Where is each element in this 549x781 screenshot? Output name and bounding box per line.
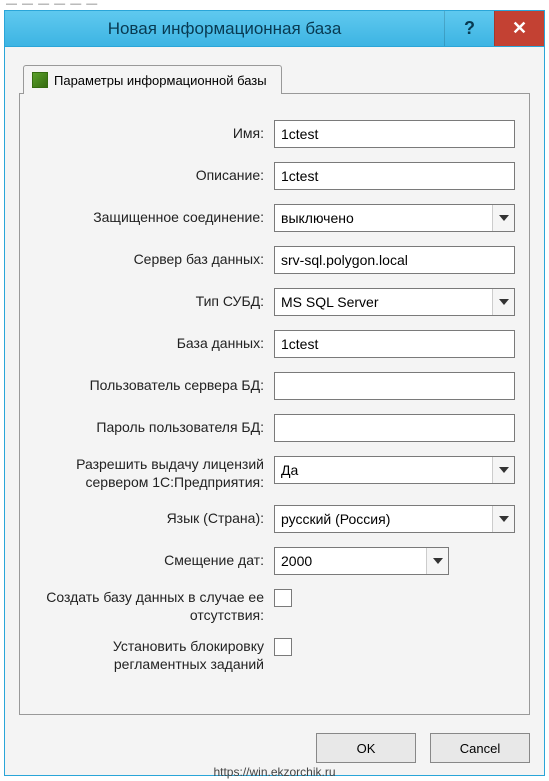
tab-strip: Параметры информационной базы — [23, 65, 530, 93]
ok-button[interactable]: OK — [316, 733, 416, 763]
label-name: Имя: — [34, 125, 274, 143]
select-license[interactable]: Да — [274, 456, 515, 484]
input-name[interactable] — [274, 120, 515, 148]
window-title: Новая информационная база — [5, 19, 444, 39]
select-license-value: Да — [281, 462, 298, 478]
label-db-server: Сервер баз данных: — [34, 251, 274, 269]
parent-window-fragment: — — — — — — — [6, 0, 98, 10]
input-db-server[interactable] — [274, 246, 515, 274]
label-db-type: Тип СУБД: — [34, 293, 274, 311]
chevron-down-icon — [492, 506, 514, 532]
select-secure-value: выключено — [281, 210, 354, 226]
select-language[interactable]: русский (Россия) — [274, 505, 515, 533]
dialog-window: Новая информационная база ? ✕ Параметры … — [4, 10, 545, 776]
help-button[interactable]: ? — [444, 11, 494, 46]
cancel-button[interactable]: Cancel — [430, 733, 530, 763]
tab-label: Параметры информационной базы — [54, 73, 267, 88]
chevron-down-icon — [492, 289, 514, 315]
titlebar: Новая информационная база ? ✕ — [5, 11, 544, 47]
input-db-password[interactable] — [274, 414, 515, 442]
label-license: Разрешить выдачу лицензий сервером 1С:Пр… — [34, 456, 274, 491]
label-database: База данных: — [34, 335, 274, 353]
input-database[interactable] — [274, 330, 515, 358]
close-icon: ✕ — [512, 18, 527, 39]
label-db-user: Пользователь сервера БД: — [34, 377, 274, 395]
label-block-jobs: Установить блокировку регламентных задан… — [34, 638, 274, 673]
close-button[interactable]: ✕ — [494, 11, 544, 46]
chevron-down-icon — [426, 548, 448, 574]
select-secure-connection[interactable]: выключено — [274, 204, 515, 232]
select-language-value: русский (Россия) — [281, 511, 390, 527]
checkbox-block-jobs[interactable] — [274, 638, 292, 656]
label-create-db: Создать базу данных в случае ее отсутств… — [34, 589, 274, 624]
select-date-offset[interactable]: 2000 — [274, 547, 449, 575]
select-db-type-value: MS SQL Server — [281, 294, 379, 310]
tab-params[interactable]: Параметры информационной базы — [23, 65, 282, 94]
input-description[interactable] — [274, 162, 515, 190]
chevron-down-icon — [492, 205, 514, 231]
select-date-offset-value: 2000 — [281, 553, 312, 569]
checkbox-create-db[interactable] — [274, 589, 292, 607]
chevron-down-icon — [492, 457, 514, 483]
label-language: Язык (Страна): — [34, 510, 274, 528]
database-icon — [32, 72, 48, 88]
tab-body: Имя: Описание: Защищенное соединение: вы… — [19, 93, 530, 715]
help-icon: ? — [464, 18, 475, 39]
input-db-user[interactable] — [274, 372, 515, 400]
footer-url: https://win.ekzorchik.ru — [0, 765, 549, 779]
label-db-password: Пароль пользователя БД: — [34, 419, 274, 437]
label-date-offset: Смещение дат: — [34, 552, 274, 570]
label-description: Описание: — [34, 167, 274, 185]
select-db-type[interactable]: MS SQL Server — [274, 288, 515, 316]
label-secure-connection: Защищенное соединение: — [34, 209, 274, 227]
client-area: Параметры информационной базы Имя: Описа… — [5, 47, 544, 725]
